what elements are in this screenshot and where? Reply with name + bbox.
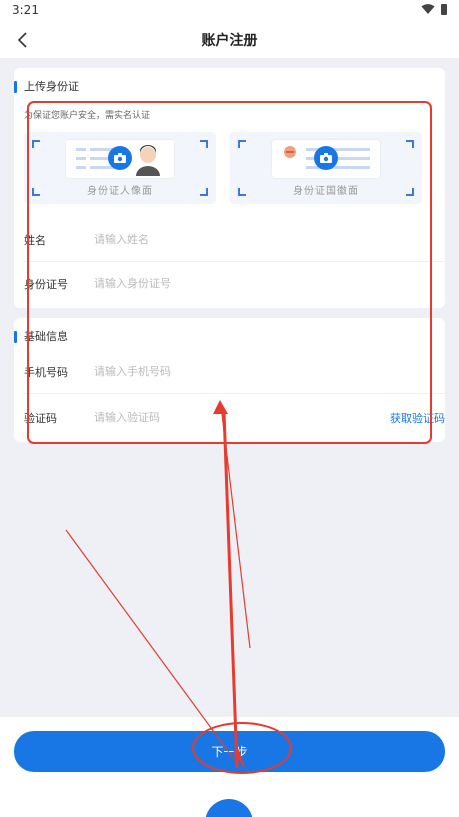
id-section-title: 上传身份证 bbox=[14, 80, 79, 94]
id-front-upload[interactable]: 身份证人像面 bbox=[24, 132, 216, 204]
id-hint: 为保证您账户安全，需实名认证 bbox=[24, 111, 151, 121]
camera-icon bbox=[314, 146, 338, 170]
status-icons bbox=[421, 3, 447, 15]
basic-info-card: 基础信息 手机号码 验证码 获取验证码 bbox=[14, 318, 445, 442]
wifi-icon bbox=[421, 4, 435, 14]
id-back-upload[interactable]: 身份证国徽面 bbox=[230, 132, 422, 204]
id-number-label: 身份证号 bbox=[24, 278, 68, 291]
code-row: 验证码 获取验证码 bbox=[24, 396, 445, 440]
status-bar: 3:21 bbox=[0, 0, 459, 22]
name-row: 姓名 bbox=[24, 218, 445, 262]
next-button[interactable]: 下一步 bbox=[14, 731, 445, 772]
get-code-button[interactable]: 获取验证码 bbox=[390, 410, 445, 426]
basic-section-title: 基础信息 bbox=[14, 330, 68, 344]
id-front-caption: 身份证人像面 bbox=[87, 186, 153, 197]
phone-label: 手机号码 bbox=[24, 366, 68, 379]
camera-icon bbox=[108, 146, 132, 170]
status-time: 3:21 bbox=[12, 3, 39, 17]
battery-icon bbox=[441, 3, 447, 15]
id-number-row: 身份证号 bbox=[24, 262, 445, 306]
id-number-input[interactable] bbox=[94, 272, 354, 294]
page-title: 账户注册 bbox=[201, 33, 258, 49]
name-label: 姓名 bbox=[24, 234, 46, 247]
code-label: 验证码 bbox=[24, 412, 57, 425]
phone-row: 手机号码 bbox=[24, 350, 445, 394]
name-input[interactable] bbox=[94, 228, 354, 250]
nav-bar: 账户注册 bbox=[0, 22, 459, 58]
phone-input[interactable] bbox=[94, 360, 354, 382]
id-back-caption: 身份证国徽面 bbox=[293, 186, 359, 197]
id-upload-card: 上传身份证 为保证您账户安全，需实名认证 身份证人像面 身份证国徽面 姓名 请输… bbox=[14, 68, 445, 308]
code-input[interactable] bbox=[94, 406, 354, 428]
